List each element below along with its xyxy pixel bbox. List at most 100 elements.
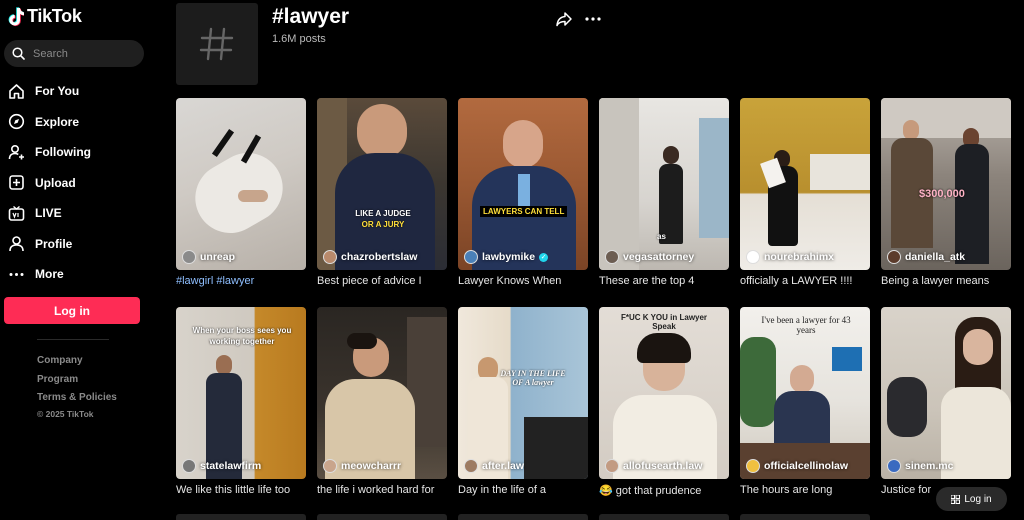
video-caption[interactable]: These are the top 4 [599,275,729,287]
video-card[interactable]: When your boss sees you working together… [176,307,306,496]
nav-label: For You [35,84,80,99]
video-author: lawbymike ✓ [464,250,549,264]
video-author: meowcharrr [323,459,401,473]
video-author: sinem.mc [887,459,953,473]
sidebar-divider [37,339,109,340]
avatar [746,250,760,264]
nav-label: LIVE [35,206,62,221]
main-nav: For You Explore Following Upload LIVE Pr… [0,76,155,290]
video-thumbnail[interactable]: LIKE A JUDGE OR A JURY chazrobertslaw [317,98,447,270]
video-card[interactable]: $300,000 daniella_atk Being a lawyer mea… [881,98,1011,287]
home-icon [7,82,25,100]
share-button[interactable] [555,10,573,28]
video-caption[interactable]: Lawyer Knows When [458,275,588,287]
video-card[interactable]: unreap #lawgirl #lawyer [176,98,306,287]
video-thumbnail[interactable]: $300,000 daniella_atk [881,98,1011,270]
compass-icon [7,113,25,131]
footer-link-terms[interactable]: Terms & Policies [37,389,117,408]
video-caption[interactable]: the life i worked hard for [317,484,447,496]
video-author: officialcellinolaw [746,459,848,473]
hashtag-title: #lawyer [272,5,350,28]
search-box[interactable] [4,40,144,67]
upload-icon [7,174,25,192]
username: lawbymike [482,251,536,263]
video-caption[interactable]: 😂 got that prudence [599,484,729,497]
video-author: unreap [182,250,235,264]
nav-item-live[interactable]: LIVE [0,198,155,229]
ellipsis-icon [585,17,601,21]
nav-item-following[interactable]: Following [0,137,155,168]
search-input[interactable] [33,47,133,60]
video-card[interactable]: as vegasattorney These are the top 4 [599,98,729,287]
footer-link-program[interactable]: Program [37,371,117,390]
nav-item-for-you[interactable]: For You [0,76,155,107]
live-icon [7,204,25,222]
hashtag-icon [199,27,234,61]
floating-login-label: Log in [964,493,992,505]
video-thumbnail[interactable]: LAWYERS CAN TELL lawbymike ✓ [458,98,588,270]
nav-item-more[interactable]: More [0,259,155,290]
username: nourebrahimx [764,251,835,263]
video-caption[interactable]: #lawgirl #lawyer [176,275,306,287]
nav-item-profile[interactable]: Profile [0,229,155,260]
video-thumbnail[interactable]: DAY IN THE LIFE OF A lawyer after.law [458,307,588,479]
more-icon [7,265,25,283]
username: statelawfirm [200,460,262,472]
video-card[interactable]: sinem.mc Justice for [881,307,1011,496]
video-author: after.law [464,459,524,473]
video-caption[interactable]: We like this little life too [176,484,306,496]
tiktok-logo-icon [8,6,24,26]
video-thumbnail[interactable]: When your boss sees you working together… [176,307,306,479]
video-caption[interactable]: The hours are long [740,484,870,496]
username: chazrobertslaw [341,251,418,263]
verified-icon: ✓ [539,252,549,262]
video-caption[interactable]: Best piece of advice I [317,275,447,287]
video-thumbnail[interactable]: as vegasattorney [599,98,729,270]
hashtag-post-count: 1.6M posts [272,33,326,45]
nav-item-upload[interactable]: Upload [0,168,155,199]
footer-link-company[interactable]: Company [37,352,117,371]
video-author: daniella_atk [887,250,965,264]
more-options-button[interactable] [584,12,602,26]
floating-login-button[interactable]: Log in [936,487,1007,511]
sidebar: TikTok For You Explore Following [0,0,155,518]
video-card-peek [740,514,870,520]
search-icon [12,47,25,60]
nav-label: Following [35,145,91,160]
video-caption[interactable]: Being a lawyer means [881,275,1011,287]
video-caption[interactable]: officially a LAWYER !!!! [740,275,870,287]
video-card[interactable]: LIKE A JUDGE OR A JURY chazrobertslaw Bes… [317,98,447,287]
following-icon [7,143,25,161]
video-thumbnail[interactable]: I've been a lawyer for 43 years official… [740,307,870,479]
burned-in-caption: DAY IN THE LIFE OF A lawyer [500,369,566,387]
avatar [464,459,478,473]
share-icon [556,12,572,27]
grid-icon [951,494,961,504]
tiktok-logo[interactable]: TikTok [8,6,82,27]
video-thumbnail[interactable]: unreap [176,98,306,270]
video-thumbnail[interactable]: meowcharrr [317,307,447,479]
video-card[interactable]: nourebrahimx officially a LAWYER !!!! [740,98,870,287]
brand-name: TikTok [27,6,82,26]
video-card-peek [458,514,588,520]
video-card-peek [176,514,306,520]
video-card[interactable]: meowcharrr the life i worked hard for [317,307,447,496]
video-card[interactable]: DAY IN THE LIFE OF A lawyer after.law Da… [458,307,588,496]
video-thumbnail[interactable]: nourebrahimx [740,98,870,270]
avatar [464,250,478,264]
video-card-peek [317,514,447,520]
video-thumbnail[interactable]: sinem.mc [881,307,1011,479]
sidebar-login-button[interactable]: Log in [4,297,140,324]
video-author: vegasattorney [605,250,694,264]
username: after.law [482,460,525,472]
video-card[interactable]: LAWYERS CAN TELL lawbymike ✓ Lawyer Know… [458,98,588,287]
video-caption[interactable]: Day in the life of a [458,484,588,496]
video-card[interactable]: F*UC K YOU in Lawyer Speak allofusearth.… [599,307,729,497]
video-card[interactable]: I've been a lawyer for 43 years official… [740,307,870,496]
username: sinem.mc [905,460,954,472]
video-thumbnail[interactable]: F*UC K YOU in Lawyer Speak allofusearth.… [599,307,729,479]
username: vegasattorney [623,251,695,263]
burned-in-caption: F*UC K YOU in Lawyer Speak [620,313,708,331]
burned-in-caption: $300,000 [919,188,965,200]
nav-item-explore[interactable]: Explore [0,107,155,138]
